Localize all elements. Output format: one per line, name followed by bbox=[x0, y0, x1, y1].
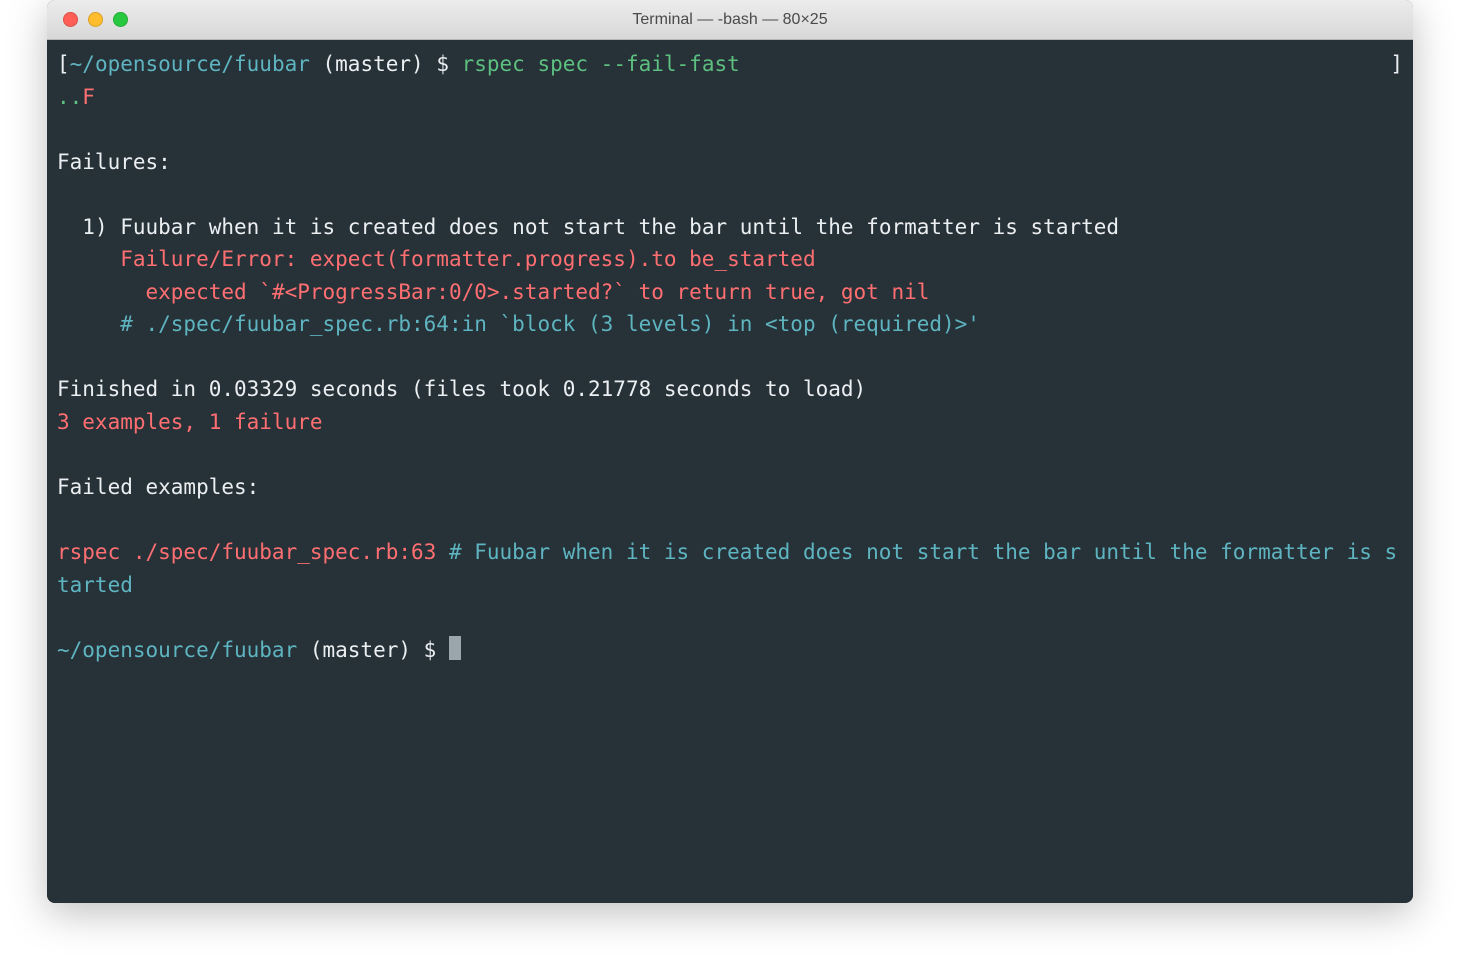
spec-pass-dots: .. bbox=[57, 85, 82, 109]
prompt-dollar: $ bbox=[424, 52, 462, 76]
command-text: rspec spec --fail-fast bbox=[462, 52, 740, 76]
bracket-open: [ bbox=[57, 52, 70, 76]
prompt2-branch: (master) bbox=[297, 638, 411, 662]
close-icon[interactable] bbox=[63, 12, 78, 27]
prompt2-path: ~/opensource/fuubar bbox=[57, 638, 297, 662]
terminal-window: Terminal — -bash — 80×25 [~/opensource/f… bbox=[47, 0, 1413, 903]
failures-heading: Failures: bbox=[57, 150, 171, 174]
cursor-block-icon bbox=[449, 636, 461, 660]
prompt-path: ~/opensource/fuubar bbox=[70, 52, 310, 76]
prompt2-dollar: $ bbox=[411, 638, 449, 662]
failure-expected-line: expected `#<ProgressBar:0/0>.started?` t… bbox=[57, 280, 929, 304]
titlebar[interactable]: Terminal — -bash — 80×25 bbox=[47, 0, 1413, 40]
summary-counts: 3 examples, 1 failure bbox=[57, 410, 323, 434]
zoom-icon[interactable] bbox=[113, 12, 128, 27]
failure-trace-line: # ./spec/fuubar_spec.rb:64:in `block (3 … bbox=[57, 312, 980, 336]
spec-fail-letter: F bbox=[82, 85, 95, 109]
failed-example-cmd: rspec ./spec/fuubar_spec.rb:63 bbox=[57, 540, 436, 564]
failure-error-line: Failure/Error: expect(formatter.progress… bbox=[57, 247, 816, 271]
minimize-icon[interactable] bbox=[88, 12, 103, 27]
failed-examples-heading: Failed examples: bbox=[57, 475, 259, 499]
prompt-branch: (master) bbox=[310, 52, 424, 76]
failure-description: Fuubar when it is created does not start… bbox=[120, 215, 1119, 239]
bracket-close: ] bbox=[1390, 48, 1403, 81]
window-title: Terminal — -bash — 80×25 bbox=[47, 11, 1413, 29]
failure-index: 1) bbox=[57, 215, 120, 239]
summary-timing: Finished in 0.03329 seconds (files took … bbox=[57, 377, 866, 401]
traffic-lights bbox=[47, 12, 128, 27]
terminal-output[interactable]: [~/opensource/fuubar (master) $ rspec sp… bbox=[47, 40, 1413, 903]
